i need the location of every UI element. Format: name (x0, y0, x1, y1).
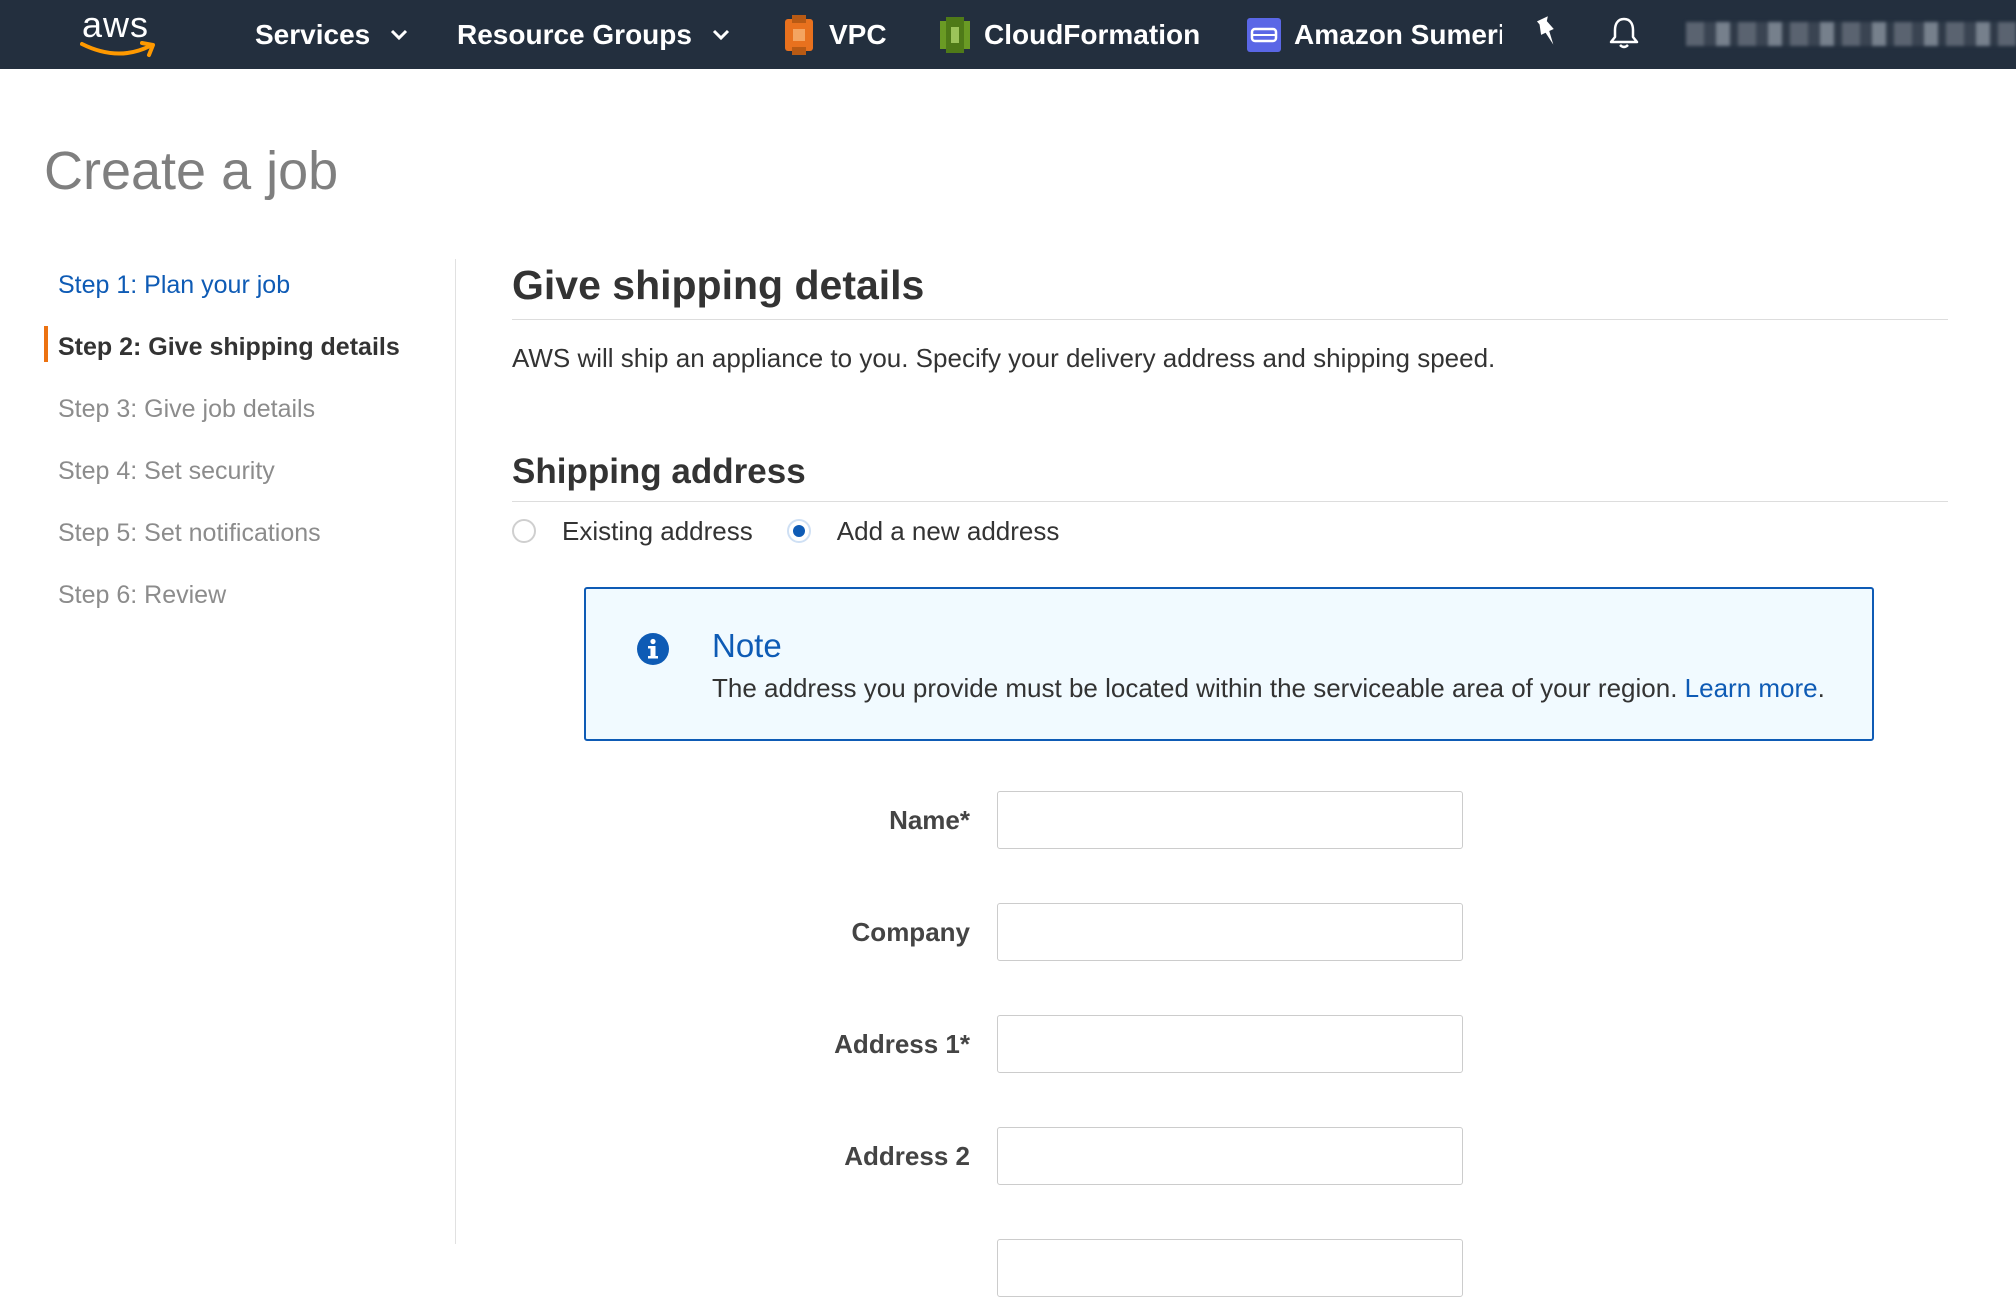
page-title: Create a job (44, 141, 339, 201)
cloudformation-icon (938, 15, 972, 55)
cloudformation-label: CloudFormation (984, 18, 1201, 50)
next-field-input-partial[interactable] (997, 1239, 1463, 1297)
note-title: Note (712, 627, 782, 664)
new-address-option[interactable]: Add a new address (786, 515, 1060, 547)
address-1-row: Address 1* (512, 1015, 1463, 1073)
section-title: Give shipping details (512, 262, 925, 308)
note-text: The address you provide must be located … (712, 673, 1825, 704)
company-row: Company (512, 903, 1463, 961)
sumerian-icon (1246, 17, 1282, 53)
next-field-row-partial (512, 1239, 1463, 1297)
address-type-radio-group: Existing address Add a new address (512, 513, 1093, 549)
account-menu-blurred[interactable] (1686, 22, 2016, 46)
name-row: Name* (512, 791, 1463, 849)
vpc-label: VPC (829, 18, 887, 50)
step-5-notifications: Step 5: Set notifications (58, 518, 321, 547)
address-2-row: Address 2 (512, 1127, 1463, 1185)
services-menu[interactable]: Services (255, 0, 408, 69)
shipping-address-title: Shipping address (512, 452, 806, 491)
notifications-bell-icon[interactable] (1608, 16, 1640, 55)
learn-more-link[interactable]: Learn more (1685, 673, 1818, 703)
address-1-label: Address 1* (834, 1028, 970, 1059)
new-address-radio[interactable] (786, 519, 811, 543)
step-1-plan-job[interactable]: Step 1: Plan your job (44, 254, 444, 316)
note-message: The address you provide must be located … (712, 673, 1678, 703)
resource-groups-label: Resource Groups (457, 18, 692, 50)
existing-address-label: Existing address (562, 515, 753, 546)
step-4-security: Step 4: Set security (58, 456, 275, 485)
sidebar-divider (455, 259, 456, 1244)
pinned-amazon-sumerian[interactable]: Amazon Sumerian (1246, 0, 1502, 69)
step-2-shipping-details: Step 2: Give shipping details (44, 316, 444, 378)
pinned-vpc[interactable]: VPC (781, 0, 887, 69)
wizard-steps: Step 1: Plan your job Step 2: Give shipp… (44, 254, 444, 626)
step-6-review: Step 6: Review (58, 580, 227, 609)
resource-groups-menu[interactable]: Resource Groups (457, 0, 730, 69)
new-address-label: Add a new address (836, 515, 1060, 546)
services-label: Services (255, 18, 371, 50)
pin-icon[interactable] (1532, 16, 1562, 55)
address-1-input[interactable] (997, 1015, 1463, 1073)
note-trailing-period: . (1817, 673, 1825, 703)
sumerian-label: Amazon Sumerian (1294, 18, 1502, 50)
info-icon (636, 632, 670, 671)
aws-smile-icon (80, 41, 155, 57)
divider (512, 501, 1948, 502)
pinned-cloudformation[interactable]: CloudFormation (938, 0, 1200, 69)
existing-address-option[interactable]: Existing address (512, 516, 753, 547)
step-3-job-details: Step 3: Give job details (58, 394, 316, 423)
company-input[interactable] (997, 903, 1463, 961)
aws-logo[interactable]: aws (78, 4, 162, 60)
address-2-label: Address 2 (844, 1140, 970, 1171)
chevron-down-icon (390, 29, 408, 41)
note-alert: Note The address you provide must be loc… (584, 587, 1874, 741)
chevron-down-icon (712, 29, 730, 41)
company-label: Company (851, 916, 970, 947)
name-input[interactable] (997, 791, 1463, 849)
top-nav-bar: aws Services Resource Groups VPC CloudFo… (0, 0, 2016, 69)
address-2-input[interactable] (997, 1127, 1463, 1185)
existing-address-radio[interactable] (512, 519, 536, 543)
divider (512, 319, 1948, 320)
name-label: Name* (889, 804, 970, 835)
section-description: AWS will ship an appliance to you. Speci… (512, 343, 1496, 373)
vpc-icon (781, 14, 817, 55)
